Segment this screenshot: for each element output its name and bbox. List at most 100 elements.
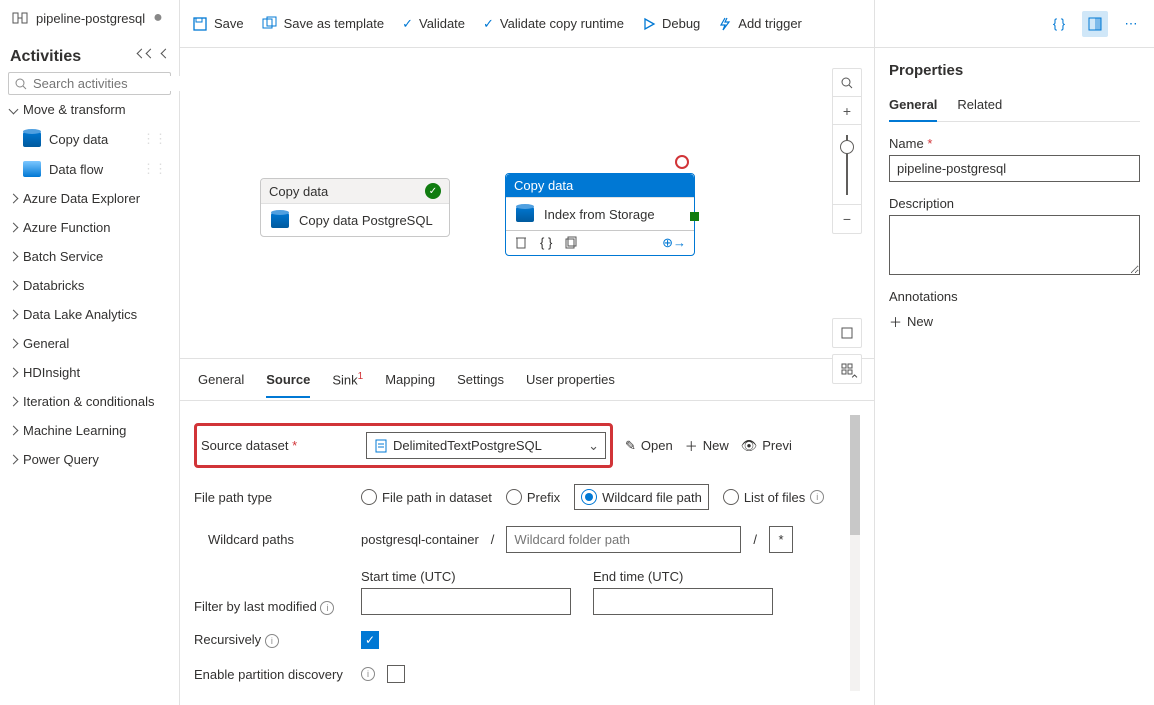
properties-icon[interactable]	[1082, 11, 1108, 37]
validate-runtime-button[interactable]: ✓Validate copy runtime	[483, 16, 624, 32]
label: Validate copy runtime	[500, 16, 624, 31]
activity-copy-data[interactable]: Copy data ⋮⋮	[8, 124, 171, 154]
search-activities[interactable]	[8, 72, 171, 95]
category-label: Iteration & conditionals	[23, 394, 155, 409]
chevron-right-icon	[9, 252, 19, 262]
drag-handle[interactable]: ⋮⋮	[142, 131, 166, 147]
validate-button[interactable]: ✓Validate	[402, 16, 465, 32]
info-icon[interactable]: i	[265, 634, 279, 648]
braces-icon[interactable]: { }	[540, 235, 552, 251]
label: Save as template	[284, 16, 384, 31]
activity-label: Copy data	[49, 132, 108, 147]
container-name: postgresql-container	[361, 532, 479, 547]
node-copy-postgresql[interactable]: Copy data✓ Copy data PostgreSQL	[260, 178, 450, 237]
tab-mapping[interactable]: Mapping	[385, 362, 435, 397]
prop-tab-related[interactable]: Related	[957, 89, 1002, 121]
category-label: Azure Function	[23, 220, 110, 235]
output-port[interactable]	[690, 212, 699, 221]
template-icon	[262, 16, 278, 32]
source-dataset-select[interactable]: DelimitedTextPostgreSQL	[366, 432, 606, 459]
tab-source[interactable]: Source	[266, 362, 310, 397]
more-icon[interactable]: ⋯	[1118, 11, 1144, 37]
category[interactable]: Azure Data Explorer	[8, 184, 171, 213]
start-time-input[interactable]	[361, 588, 571, 615]
radio-file-path-dataset[interactable]: File path in dataset	[361, 489, 492, 505]
info-icon[interactable]: i	[361, 667, 375, 681]
radio-wildcard[interactable]: Wildcard file path	[574, 484, 709, 510]
tab-title[interactable]: pipeline-postgresql	[36, 11, 145, 26]
label: Previ	[762, 438, 792, 453]
category[interactable]: Machine Learning	[8, 416, 171, 445]
chevron-down-icon	[9, 105, 19, 115]
wildcard-file-input[interactable]	[769, 526, 793, 553]
collapse-panel[interactable]: ⌃	[849, 372, 860, 388]
wildcard-paths-label: Wildcard paths	[194, 532, 349, 547]
category[interactable]: Iteration & conditionals	[8, 387, 171, 416]
new-dataset[interactable]: ＋New	[685, 436, 729, 455]
save-button[interactable]: Save	[192, 16, 244, 32]
preview-dataset[interactable]: 👁 Previ	[741, 438, 792, 454]
node-index-storage[interactable]: Copy data Index from Storage { } ⊕→	[505, 173, 695, 256]
save-template-button[interactable]: Save as template	[262, 16, 384, 32]
tab-user-properties[interactable]: User properties	[526, 362, 615, 397]
enable-partition-label: Enable partition discovery	[194, 667, 349, 682]
drag-handle[interactable]: ⋮⋮	[142, 161, 166, 177]
zoom-in-button[interactable]: +	[833, 97, 861, 125]
zoom-out-button[interactable]: −	[833, 205, 861, 233]
wildcard-folder-input[interactable]	[506, 526, 741, 553]
label: File path in dataset	[382, 490, 492, 505]
chevron-right-icon	[9, 368, 19, 378]
info-icon[interactable]: i	[320, 601, 334, 615]
status-ok-icon: ✓	[425, 183, 441, 199]
category-label: Power Query	[23, 452, 99, 467]
properties-title: Properties	[889, 48, 1140, 89]
add-trigger-button[interactable]: Add trigger	[718, 16, 802, 31]
category[interactable]: Batch Service	[8, 242, 171, 271]
add-annotation[interactable]: ＋New	[889, 312, 1140, 331]
select-value: DelimitedTextPostgreSQL	[393, 438, 542, 453]
partition-checkbox[interactable]	[387, 665, 405, 683]
tab-sink[interactable]: Sink1	[332, 361, 363, 397]
tab-settings[interactable]: Settings	[457, 362, 504, 397]
fit-button[interactable]	[833, 319, 861, 347]
category-label: HDInsight	[23, 365, 80, 380]
description-input[interactable]	[889, 215, 1140, 275]
activity-data-flow[interactable]: Data flow ⋮⋮	[8, 154, 171, 184]
file-icon	[375, 439, 387, 453]
plus-icon: ＋	[685, 436, 698, 455]
tab-general[interactable]: General	[198, 362, 244, 397]
prop-tab-general[interactable]: General	[889, 89, 937, 122]
data-flow-icon	[23, 161, 41, 177]
end-time-input[interactable]	[593, 588, 773, 615]
tab-dirty-indicator: ●	[153, 9, 163, 27]
canvas[interactable]: Copy data✓ Copy data PostgreSQL Copy dat…	[180, 48, 874, 358]
recursively-checkbox[interactable]: ✓	[361, 631, 379, 649]
code-view-icon[interactable]: { }	[1046, 11, 1072, 37]
category[interactable]: Databricks	[8, 271, 171, 300]
category[interactable]: Data Lake Analytics	[8, 300, 171, 329]
open-dataset[interactable]: ✎Open	[625, 438, 673, 454]
scrollbar[interactable]	[850, 415, 860, 691]
goto-icon[interactable]: ⊕→	[662, 235, 686, 251]
info-icon[interactable]: i	[810, 490, 824, 504]
delete-icon[interactable]	[514, 235, 528, 251]
file-path-type-label: File path type	[194, 490, 349, 505]
description-label: Description	[889, 182, 1140, 215]
category[interactable]: Power Query	[8, 445, 171, 474]
category[interactable]: HDInsight	[8, 358, 171, 387]
name-input[interactable]	[889, 155, 1140, 182]
clone-icon[interactable]	[564, 235, 578, 251]
category[interactable]: General	[8, 329, 171, 358]
category-move-transform[interactable]: Move & transform	[8, 95, 171, 124]
preview-icon: 👁	[741, 438, 758, 454]
debug-button[interactable]: Debug	[642, 16, 700, 31]
collapse-sidebar[interactable]	[138, 50, 169, 65]
radio-list-files[interactable]: List of files i	[723, 489, 824, 505]
radio-prefix[interactable]: Prefix	[506, 489, 560, 505]
zoom-slider[interactable]	[833, 125, 861, 205]
zoom-search-icon[interactable]	[833, 69, 861, 97]
label: Prefix	[527, 490, 560, 505]
chevron-right-icon	[9, 455, 19, 465]
slash: /	[491, 532, 495, 547]
category[interactable]: Azure Function	[8, 213, 171, 242]
